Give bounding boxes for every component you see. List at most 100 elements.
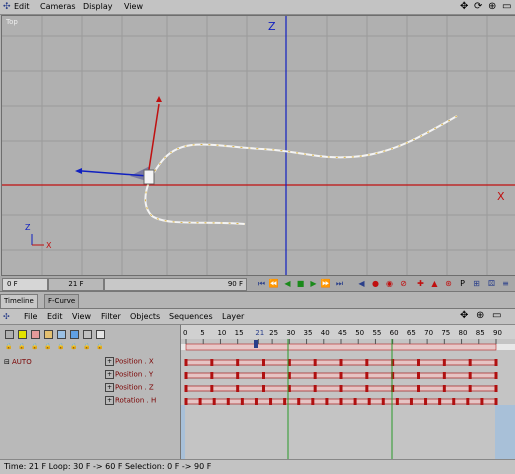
keyframe — [269, 398, 273, 405]
layer-lock-icon[interactable]: 🔒 — [96, 343, 103, 350]
ruler-tick-label: 0 — [183, 329, 187, 337]
timeline-move-icon[interactable]: ✥ — [460, 310, 468, 321]
layer-lock-icon[interactable]: 🔒 — [44, 343, 51, 350]
start-frame-field[interactable]: 0 F — [2, 278, 48, 291]
tab-timeline[interactable]: Timeline — [0, 294, 38, 308]
keyframe — [297, 398, 301, 405]
ruler-tick-label: 45 — [338, 329, 347, 337]
play-forward-icon[interactable]: ▶ — [308, 278, 319, 289]
go-to-end-icon[interactable]: ⏭ — [334, 278, 345, 289]
layer-lock-icon[interactable]: 🔒 — [18, 343, 25, 350]
layer-lock-icon[interactable]: 🔒 — [70, 343, 77, 350]
ruler-tick-label: 50 — [355, 329, 364, 337]
zoom-icon[interactable]: ⊕ — [488, 1, 496, 12]
layer-lock-icon[interactable]: 🔒 — [31, 343, 38, 350]
keyframe — [442, 359, 446, 366]
move-icon[interactable]: ✥ — [460, 1, 468, 12]
step-forward-icon[interactable]: ⏩ — [320, 278, 331, 289]
position-key-icon[interactable]: ✚ — [415, 278, 426, 289]
current-frame-field[interactable]: 21 F — [48, 278, 104, 291]
timeline-zoom-icon[interactable]: ⊕ — [476, 310, 484, 321]
layer-lock-icon[interactable]: 🔒 — [57, 343, 64, 350]
layer-swatch[interactable] — [70, 330, 79, 339]
keyframe — [395, 398, 399, 405]
menu-timeline-edit[interactable]: Edit — [47, 312, 63, 321]
menu-view[interactable]: View — [124, 2, 143, 11]
keyframe — [262, 385, 265, 392]
menu-edit[interactable]: Edit — [14, 2, 30, 11]
menu-timeline-view[interactable]: View — [72, 312, 91, 321]
autokey-icon[interactable]: ◉ — [384, 278, 395, 289]
step-back-icon[interactable]: ⏪ — [268, 278, 279, 289]
rotation-key-icon[interactable]: ⊛ — [443, 278, 454, 289]
parameter-key-icon[interactable]: P — [457, 278, 468, 289]
keyframe — [438, 398, 442, 405]
point-level-icon[interactable]: ⊞ — [471, 278, 482, 289]
record-icon[interactable]: ● — [370, 278, 381, 289]
layer-swatch[interactable] — [31, 330, 40, 339]
keyframe — [210, 372, 214, 379]
keyframe — [466, 398, 470, 405]
track-rotation-h[interactable]: + Rotation . H — [105, 396, 156, 405]
timeline-keys-area[interactable]: 0 5 10 15 21 25 30 35 40 45 50 55 60 65 70 75 80 85 90 — [181, 325, 515, 459]
layer-swatch[interactable] — [57, 330, 66, 339]
menu-sequences[interactable]: Sequences — [169, 312, 213, 321]
keyframe — [325, 398, 329, 405]
layer-lock-icon[interactable]: 🔒 — [5, 343, 12, 350]
track-position-x[interactable]: + Position . X — [105, 357, 154, 366]
keyframe — [468, 385, 472, 392]
menu-layer[interactable]: Layer — [222, 312, 244, 321]
object-name[interactable]: AUTO — [12, 358, 32, 366]
menu-file[interactable]: File — [24, 312, 37, 321]
track-position-z[interactable]: + Position . Z — [105, 383, 154, 392]
go-to-start-icon[interactable]: ⏮ — [256, 278, 267, 289]
keyframe — [184, 385, 188, 392]
track-position-y[interactable]: + Position . Y — [105, 370, 153, 379]
top-viewport[interactable]: Top Z X Z X — [1, 15, 515, 276]
app-logo-icon: ✣ — [3, 2, 11, 12]
keyframe-selection-icon[interactable]: ⊘ — [398, 278, 409, 289]
viewport-label: Top — [6, 18, 18, 26]
keyframe — [311, 398, 315, 405]
keyframe — [226, 398, 230, 405]
keyframe — [494, 359, 498, 366]
stop-icon[interactable]: ■ — [295, 278, 306, 289]
selected-object — [143, 169, 155, 185]
keyframe — [313, 372, 317, 379]
rotate-view-icon[interactable]: ⟳ — [474, 1, 482, 12]
layer-swatch[interactable] — [44, 330, 53, 339]
expand-object-icon[interactable]: ⊟ — [4, 358, 10, 366]
interpolation-icon[interactable]: ⚄ — [486, 278, 497, 289]
timeline-maximize-icon[interactable]: ▭ — [492, 310, 501, 321]
ruler-tick-label: 90 — [493, 329, 502, 337]
ruler-tick-label: 25 — [269, 329, 278, 337]
layer-swatch[interactable] — [83, 330, 92, 339]
keyframe — [339, 398, 343, 405]
settings-icon[interactable]: ≡ — [500, 278, 511, 289]
maximize-icon[interactable]: ▭ — [502, 1, 511, 12]
ruler-tick-label: 10 — [217, 329, 226, 337]
menu-filter[interactable]: Filter — [101, 312, 121, 321]
sound-icon[interactable]: ◀ — [356, 278, 367, 289]
timeline-tabs: Timeline F-Curve — [0, 293, 515, 309]
keyframe — [283, 398, 287, 405]
end-frame-field[interactable]: 90 F — [104, 278, 247, 291]
keyframe — [210, 359, 214, 366]
layer-swatch[interactable] — [5, 330, 14, 339]
play-backward-icon[interactable]: ◀ — [282, 278, 293, 289]
layer-swatch[interactable] — [18, 330, 27, 339]
menu-cameras[interactable]: Cameras — [40, 2, 76, 11]
ruler-tick-label: 55 — [372, 329, 381, 337]
layer-swatch[interactable] — [96, 330, 105, 339]
ruler-tick-label: 15 — [235, 329, 244, 337]
keyframe — [468, 359, 472, 366]
menu-objects[interactable]: Objects — [130, 312, 160, 321]
tab-f-curve[interactable]: F-Curve — [44, 294, 80, 308]
ruler-tick-label: 85 — [476, 329, 485, 337]
scale-key-icon[interactable]: ▲ — [429, 278, 440, 289]
keyframe — [468, 372, 472, 379]
keyframe — [262, 372, 265, 379]
menu-display[interactable]: Display — [83, 2, 113, 11]
layer-lock-icon[interactable]: 🔒 — [83, 343, 90, 350]
time-slider-bar: 0 F 21 F 90 F ⏮ ⏪ ◀ ■ ▶ ⏩ ⏭ ◀ ● ◉ ⊘ ✚ ▲ … — [0, 276, 515, 292]
